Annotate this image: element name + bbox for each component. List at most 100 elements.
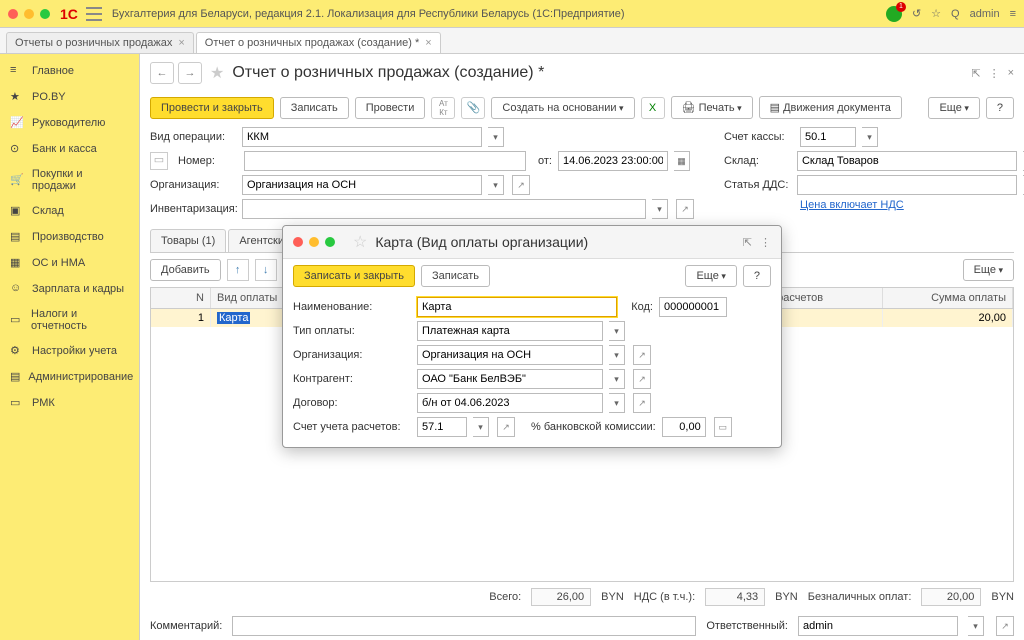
inv-input[interactable] — [242, 199, 646, 219]
dds-input[interactable] — [797, 175, 1017, 195]
sidebar-item-warehouse[interactable]: ▣Склад — [0, 198, 139, 224]
move-up-button[interactable]: ↑ — [227, 259, 249, 281]
move-down-button[interactable]: ↓ — [255, 259, 277, 281]
sidebar-item-rmk[interactable]: ▭РМК — [0, 390, 139, 416]
sidebar-item-poby[interactable]: ★PO.BY — [0, 84, 139, 110]
favorites-icon[interactable]: ☆ — [931, 7, 941, 20]
favorite-icon[interactable]: ★ — [210, 63, 224, 83]
history-icon[interactable]: ↺ — [912, 7, 921, 20]
post-close-button[interactable]: Провести и закрыть — [150, 97, 274, 119]
main-menu-icon[interactable] — [86, 7, 102, 21]
col-sum: Сумма оплаты — [883, 288, 1013, 308]
excel-button[interactable]: X — [641, 97, 665, 119]
nav-back-button[interactable]: ← — [150, 62, 174, 84]
favorite-icon[interactable]: ☆ — [353, 232, 367, 252]
create-based-button[interactable]: Создать на основании — [491, 97, 634, 119]
price-includes-vat-link[interactable]: Цена включает НДС — [800, 199, 904, 211]
more-icon[interactable]: ⋮ — [989, 67, 1000, 80]
close-icon[interactable]: × — [178, 37, 184, 49]
sidebar-item-manager[interactable]: 📈Руководителю — [0, 110, 139, 136]
dropdown-icon[interactable]: ▾ — [473, 417, 489, 437]
help-button[interactable]: ? — [986, 97, 1014, 119]
calendar-icon[interactable]: ▦ — [674, 151, 690, 171]
tab-goods[interactable]: Товары (1) — [150, 229, 226, 252]
contr-input[interactable] — [417, 369, 603, 389]
open-ref-icon[interactable]: ↗ — [996, 616, 1014, 636]
nav-doc-icon[interactable]: ▭ — [150, 152, 168, 170]
more-icon[interactable]: ⋮ — [760, 236, 771, 249]
sidebar-item-production[interactable]: ▤Производство — [0, 224, 139, 250]
sidebar-item-settings[interactable]: ⚙Настройки учета — [0, 338, 139, 364]
write-button[interactable]: Записать — [280, 97, 349, 119]
code-input[interactable] — [659, 297, 727, 317]
dropdown-icon[interactable]: ▾ — [609, 393, 625, 413]
open-ref-icon[interactable]: ↗ — [633, 393, 651, 413]
modal-help-button[interactable]: ? — [743, 265, 771, 287]
dropdown-icon[interactable]: ▾ — [968, 616, 984, 636]
minimize-window-icon[interactable] — [24, 9, 34, 19]
name-input[interactable] — [417, 297, 617, 317]
notifications-icon[interactable] — [886, 6, 902, 22]
dropdown-icon[interactable]: ▾ — [488, 175, 504, 195]
dt-kt-button[interactable]: АтКт — [431, 97, 455, 119]
user-label[interactable]: admin — [970, 8, 1000, 20]
acc-input[interactable] — [417, 417, 467, 437]
morg-input[interactable] — [417, 345, 603, 365]
type-input[interactable] — [417, 321, 603, 341]
modal-write-button[interactable]: Записать — [421, 265, 490, 287]
attach-button[interactable]: 📎 — [461, 97, 485, 119]
dropdown-icon[interactable]: ▾ — [609, 321, 625, 341]
link-icon[interactable]: ⇱ — [971, 67, 980, 80]
comm-input[interactable] — [662, 417, 706, 437]
search-icon[interactable]: Q — [951, 8, 960, 20]
sidebar-item-bank[interactable]: ⊙Банк и касса — [0, 136, 139, 162]
dropdown-icon[interactable]: ▾ — [652, 199, 668, 219]
date-input[interactable] — [558, 151, 668, 171]
sidebar-item-admin[interactable]: ▤Администрирование — [0, 364, 139, 390]
dropdown-icon[interactable]: ▾ — [609, 369, 625, 389]
print-button[interactable]: 🖨 Печать — [671, 96, 753, 119]
movements-button[interactable]: ▤ Движения документа — [759, 96, 902, 119]
open-ref-icon[interactable]: ↗ — [497, 417, 515, 437]
number-input[interactable] — [244, 151, 526, 171]
dropdown-icon[interactable]: ▾ — [609, 345, 625, 365]
more-button[interactable]: Еще — [928, 97, 979, 119]
dropdown-icon[interactable]: ▾ — [862, 127, 878, 147]
close-window-icon[interactable] — [8, 9, 18, 19]
close-icon[interactable]: × — [425, 37, 431, 49]
resp-input[interactable] — [798, 616, 958, 636]
minimize-icon[interactable] — [309, 237, 319, 247]
sidebar-item-tax[interactable]: ▭Налоги и отчетность — [0, 302, 139, 338]
open-ref-icon[interactable]: ↗ — [633, 345, 651, 365]
kassa-acc-input[interactable] — [800, 127, 856, 147]
maximize-icon[interactable] — [325, 237, 335, 247]
close-doc-icon[interactable]: × — [1008, 67, 1014, 79]
dropdown-icon[interactable]: ▾ — [488, 127, 504, 147]
contract-input[interactable] — [417, 393, 603, 413]
sidebar-item-sales[interactable]: 🛒Покупки и продажи — [0, 162, 139, 198]
open-ref-icon[interactable]: ↗ — [512, 175, 530, 195]
grid-more-button[interactable]: Еще — [963, 259, 1014, 281]
modal-more-button[interactable]: Еще — [685, 265, 736, 287]
add-row-button[interactable]: Добавить — [150, 259, 221, 281]
calc-icon[interactable]: ▭ — [714, 417, 732, 437]
sidebar-item-assets[interactable]: ▦ОС и НМА — [0, 250, 139, 276]
post-button[interactable]: Провести — [355, 97, 426, 119]
open-ref-icon[interactable]: ↗ — [676, 199, 694, 219]
sidebar-item-main[interactable]: ≡Главное — [0, 58, 139, 84]
nav-fwd-button[interactable]: → — [178, 62, 202, 84]
comment-input[interactable] — [232, 616, 696, 636]
link-icon[interactable]: ⇱ — [743, 236, 752, 249]
modal-post-close-button[interactable]: Записать и закрыть — [293, 265, 415, 287]
warehouse-input[interactable] — [797, 151, 1017, 171]
settings-icon[interactable]: ≡ — [1010, 8, 1016, 20]
sidebar-item-salary[interactable]: ☺Зарплата и кадры — [0, 276, 139, 302]
maximize-window-icon[interactable] — [40, 9, 50, 19]
tab-report-create[interactable]: Отчет о розничных продажах (создание) * … — [196, 32, 441, 53]
org-input[interactable] — [242, 175, 482, 195]
doc-title: Отчет о розничных продажах (создание) * — [232, 64, 544, 82]
tab-reports-list[interactable]: Отчеты о розничных продажах × — [6, 32, 194, 53]
open-ref-icon[interactable]: ↗ — [633, 369, 651, 389]
close-icon[interactable] — [293, 237, 303, 247]
op-type-input[interactable] — [242, 127, 482, 147]
